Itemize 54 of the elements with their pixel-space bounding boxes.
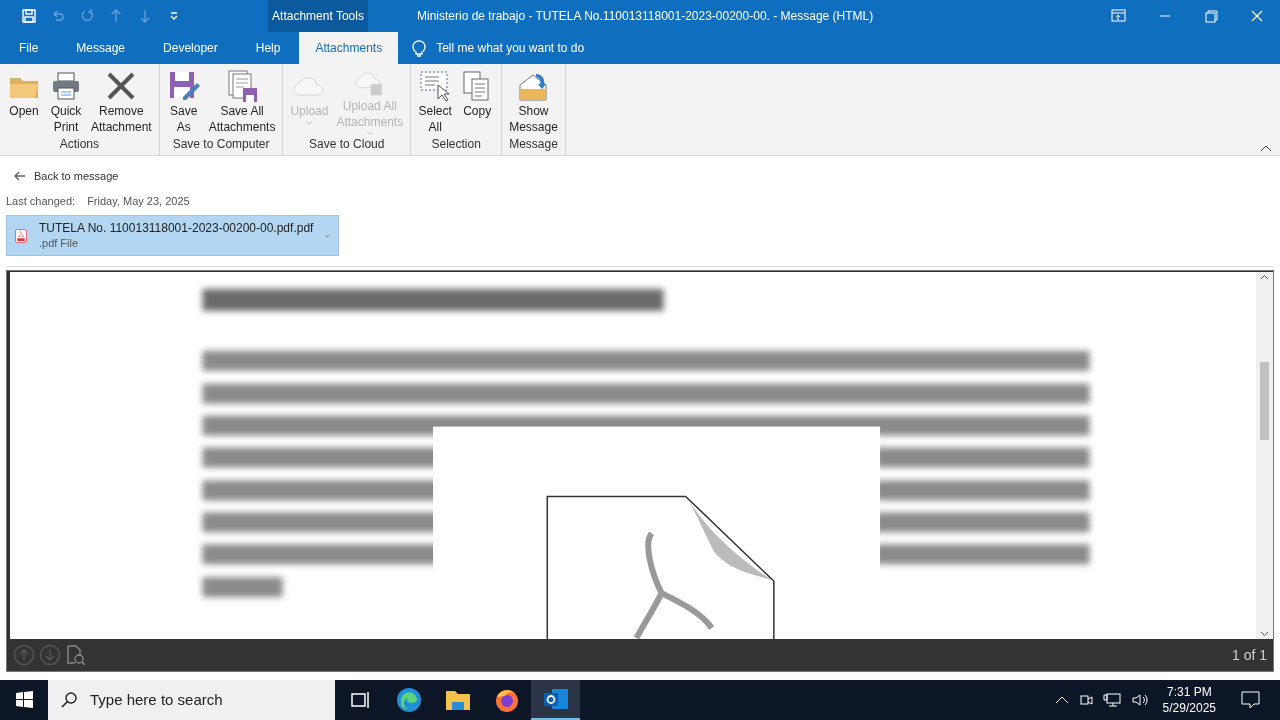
collapse-ribbon-icon[interactable] — [1260, 144, 1272, 152]
chevron-up-icon[interactable] — [1054, 696, 1069, 704]
caret-icon — [365, 130, 374, 135]
tell-me-field[interactable]: Tell me what you want to do — [436, 39, 585, 57]
ribbon-button[interactable]: Show Message — [506, 69, 561, 135]
group-label: Actions — [58, 136, 101, 153]
ribbon-button[interactable]: Select All — [415, 69, 456, 135]
ribbon-button[interactable]: Remove Attachment — [88, 69, 155, 135]
group-label: Message — [508, 136, 559, 153]
ribbon-button[interactable]: Quick Print — [46, 69, 86, 135]
scroll-down-icon[interactable] — [1260, 631, 1269, 637]
scroll-thumb[interactable] — [1260, 361, 1269, 440]
lightbulb-icon — [412, 39, 427, 57]
ribbon-tab[interactable]: File — [0, 32, 58, 64]
group-label: Save to Cloud — [308, 136, 386, 153]
caret-icon — [305, 120, 314, 125]
save-icon[interactable] — [21, 8, 37, 24]
group-label: Save to Computer — [171, 136, 271, 153]
mail-o-icon[interactable] — [542, 687, 569, 711]
back-arrow-icon — [14, 171, 26, 182]
speaker-icon[interactable] — [1130, 692, 1149, 708]
window-title: Ministerio de trabajo - TUTELA No.110013118001-2023-00200-00. - Message (HTML) — [417, 8, 874, 25]
ribbon-button[interactable]: Save As — [163, 69, 204, 135]
scrollbar[interactable] — [1256, 272, 1273, 639]
camera-icon[interactable] — [1078, 692, 1093, 708]
context-tab-label: Attachment Tools — [268, 0, 368, 32]
ribbon-button[interactable]: Save All Attachments — [205, 69, 279, 135]
attachment-name: TUTELA No. 110013118001-2023-00200-00.pdf.pdf — [38, 220, 314, 236]
fox-globe-icon[interactable] — [493, 687, 520, 713]
task-view-icon[interactable] — [348, 689, 371, 711]
back-to-message-link[interactable]: Back to message — [14, 168, 119, 185]
ribbon-button[interactable]: Open — [4, 69, 44, 135]
page-counter: 1 of 1 — [1231, 645, 1267, 665]
last-changed-label: Last changed: — [6, 193, 76, 209]
search-field[interactable]: Type here to search — [48, 680, 335, 720]
network-icon[interactable] — [1102, 692, 1121, 708]
clock-date: 5/29/2025 — [1162, 700, 1216, 716]
attachment-chip[interactable]: TUTELA No. 110013118001-2023-00200-00.pdf.pdf .pdf File — [6, 215, 339, 256]
scroll-up-icon[interactable] — [1260, 274, 1269, 280]
chevron-down-icon — [325, 232, 330, 239]
ribbon-button[interactable]: Copy — [457, 69, 498, 135]
attachment-type: .pdf File — [38, 235, 79, 251]
ribbon-tab[interactable]: Help — [236, 32, 300, 64]
folder-icon[interactable] — [444, 688, 471, 712]
ribbon-tab[interactable]: Attachments — [299, 32, 399, 64]
last-changed-date: Friday, May 23, 2025 — [87, 193, 190, 209]
ribbon-tab[interactable]: Developer — [144, 32, 237, 64]
search-icon — [60, 691, 78, 709]
browser-swirl-icon[interactable] — [395, 687, 422, 713]
save-all-icon — [225, 69, 260, 103]
find-in-page-icon[interactable] — [65, 644, 87, 666]
ribbon-tab[interactable]: Message — [57, 32, 145, 64]
group-label: Selection — [430, 136, 482, 153]
clock-time: 7:31 PM — [1166, 684, 1212, 700]
